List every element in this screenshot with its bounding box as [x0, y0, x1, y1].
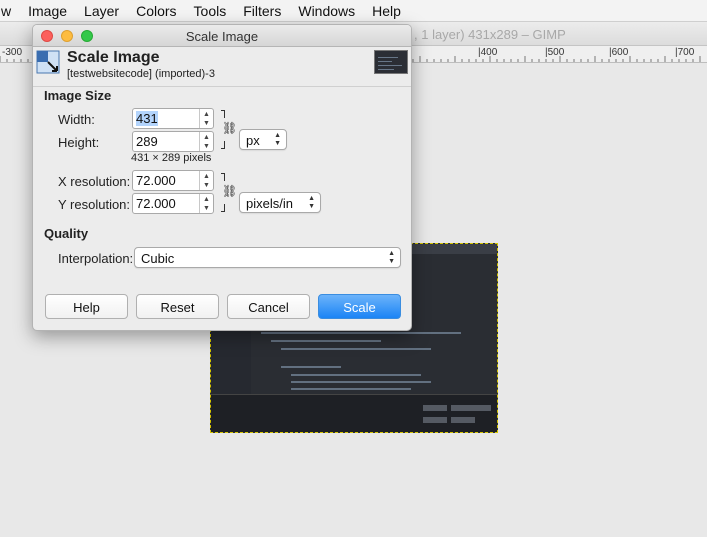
interpolation-combo[interactable]: Cubic ▲ ▼ — [134, 247, 401, 268]
height-label: Height: — [58, 135, 100, 150]
interpolation-value: Cubic — [141, 251, 175, 266]
preview-button — [423, 405, 447, 411]
header-subtitle: [testwebsitecode] (imported)-3 — [67, 68, 215, 80]
height-input[interactable]: 289 — [133, 132, 199, 151]
dialog-titlebar[interactable]: Scale Image — [33, 25, 411, 47]
spin-arrows-icon[interactable]: ▲ ▼ — [199, 109, 213, 128]
ruler-label: |700 — [675, 47, 695, 58]
code-line — [281, 348, 431, 350]
y-resolution-spinbutton[interactable]: 72.000 ▲ ▼ — [132, 193, 214, 214]
ruler-label: |600 — [609, 47, 629, 58]
size-chain-button[interactable]: ⛓ — [219, 110, 237, 150]
menu-item-tools[interactable]: Tools — [194, 3, 227, 19]
width-spinbutton[interactable]: 431 ▲ ▼ — [132, 108, 214, 129]
scale-button[interactable]: Scale — [318, 294, 401, 319]
ruler-label: |400 — [478, 47, 498, 58]
spin-arrows-icon[interactable]: ▲ ▼ — [199, 194, 213, 213]
menu-item-colors[interactable]: Colors — [136, 3, 176, 19]
dialog-title: Scale Image — [185, 29, 259, 44]
code-line — [291, 381, 431, 383]
interpolation-label: Interpolation: — [58, 251, 134, 266]
width-label: Width: — [58, 112, 95, 127]
preview-button — [451, 405, 491, 411]
code-line — [291, 374, 421, 376]
menu-item-image[interactable]: Image — [28, 3, 67, 19]
dropdown-arrows-icon: ▲ ▼ — [308, 195, 315, 210]
preview-button — [451, 417, 475, 423]
quality-section-label: Quality — [44, 226, 89, 241]
menu-item-layer[interactable]: Layer — [84, 3, 119, 19]
help-button[interactable]: Help — [45, 294, 128, 319]
dropdown-arrows-icon: ▲ ▼ — [388, 250, 395, 265]
code-line — [271, 340, 381, 342]
preview-bottom-panel — [211, 394, 497, 432]
size-unit-combo[interactable]: px ▲ ▼ — [239, 129, 287, 150]
spin-arrows-icon[interactable]: ▲ ▼ — [199, 132, 213, 151]
header-title: Scale Image — [67, 49, 160, 66]
menu-item-windows[interactable]: Windows — [298, 3, 355, 19]
size-unit-value: px — [246, 133, 260, 148]
size-summary: 431 × 289 pixels — [131, 152, 212, 164]
x-resolution-label: X resolution: — [58, 174, 131, 189]
gimp-window-title: , 1 layer) 431x289 – GIMP — [414, 27, 566, 42]
image-thumbnail — [374, 50, 408, 74]
menu-item-help[interactable]: Help — [372, 3, 401, 19]
scale-image-dialog: Scale Image Scale Image [testwebsitecode… — [32, 24, 412, 331]
x-resolution-input[interactable]: 72.000 — [133, 171, 199, 190]
y-resolution-input[interactable]: 72.000 — [133, 194, 199, 213]
height-spinbutton[interactable]: 289 ▲ ▼ — [132, 131, 214, 152]
spin-arrows-icon[interactable]: ▲ ▼ — [199, 171, 213, 190]
resolution-chain-button[interactable]: ⛓ — [219, 173, 237, 213]
code-line — [281, 366, 341, 368]
y-resolution-label: Y resolution: — [58, 197, 131, 212]
chain-link-icon: ⛓ — [222, 121, 238, 135]
image-size-section-label: Image Size — [44, 88, 112, 103]
ruler-label: |500 — [545, 47, 565, 58]
preview-button — [423, 417, 447, 423]
dialog-header: Scale Image [testwebsitecode] (imported)… — [33, 47, 411, 87]
menu-item-window[interactable]: w — [1, 3, 11, 19]
code-line — [291, 388, 411, 390]
menu-item-filters[interactable]: Filters — [243, 3, 281, 19]
x-resolution-spinbutton[interactable]: 72.000 ▲ ▼ — [132, 170, 214, 191]
menu-bar: w Image Layer Colors Tools Filters Windo… — [0, 0, 707, 22]
scale-image-icon — [36, 50, 60, 74]
resolution-unit-combo[interactable]: pixels/in ▲ ▼ — [239, 192, 321, 213]
dropdown-arrows-icon: ▲ ▼ — [274, 132, 281, 147]
cancel-button[interactable]: Cancel — [227, 294, 310, 319]
width-input[interactable]: 431 — [133, 109, 199, 128]
resolution-unit-value: pixels/in — [246, 196, 293, 211]
code-line — [261, 332, 461, 334]
chain-link-icon: ⛓ — [222, 184, 238, 198]
width-value: 431 — [136, 111, 158, 126]
ruler-label: -300 — [2, 47, 23, 58]
reset-button[interactable]: Reset — [136, 294, 219, 319]
